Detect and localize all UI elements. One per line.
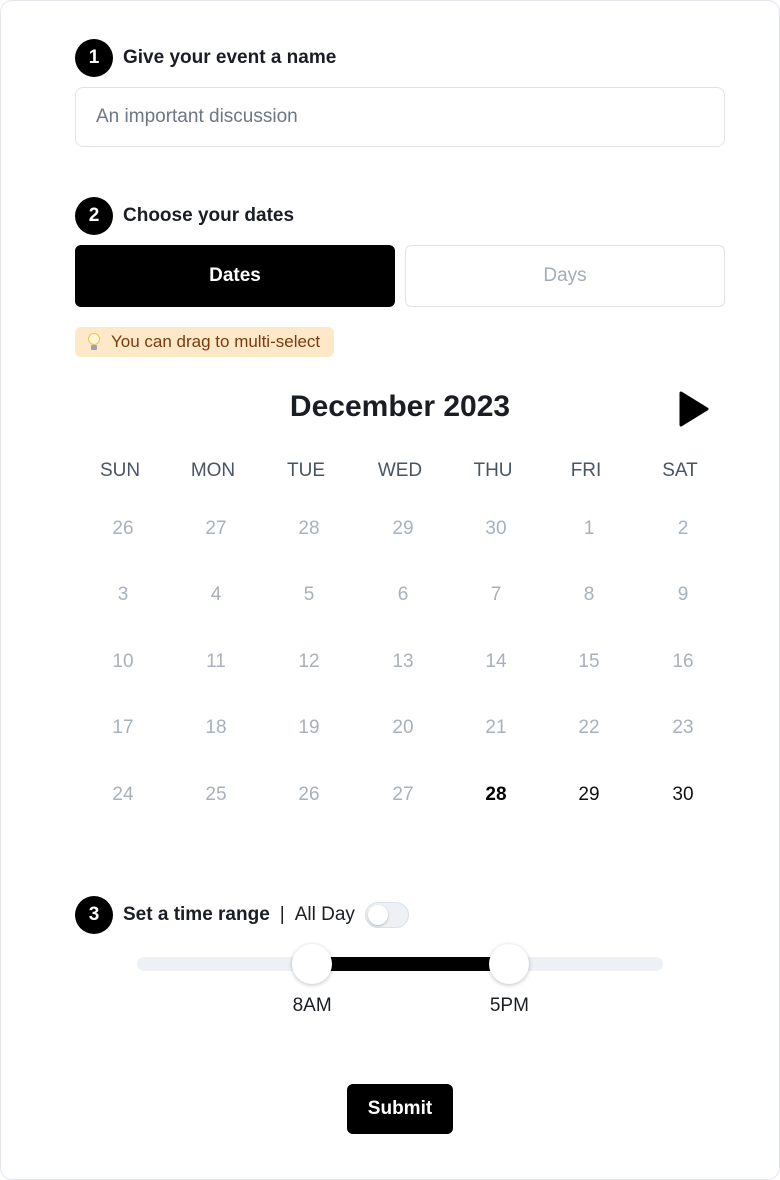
calendar-day[interactable]: 29 (542, 775, 636, 815)
all-day-toggle[interactable] (364, 902, 409, 928)
calendar-day: 7 (490, 584, 502, 605)
calendar-day: 14 (485, 651, 507, 672)
calendar-day: 3 (117, 584, 129, 605)
weekday-sun: SUN (99, 460, 141, 481)
title-separator: | (279, 904, 285, 925)
calendar-day: 27 (392, 784, 414, 805)
calendar-day: 4 (210, 584, 222, 605)
calendar-day: 20 (392, 717, 414, 738)
calendar-day: 21 (485, 717, 507, 738)
multi-select-hint: You can drag to multi-select (75, 327, 335, 357)
time-range-fill (312, 957, 510, 971)
calendar-day: 26 (112, 518, 134, 539)
calendar-day: 17 (112, 717, 134, 738)
start-time-handle[interactable] (292, 944, 333, 984)
calendar-day: 26 (298, 784, 320, 805)
calendar-day: 8 (583, 584, 595, 605)
calendar-day: 15 (578, 651, 600, 672)
calendar-day[interactable]: 30 (636, 775, 730, 815)
calendar-day: 27 (205, 518, 227, 539)
play-arrow-icon (679, 391, 709, 427)
step-3-title: Set a time range (123, 904, 270, 925)
calendar-day: 9 (677, 584, 689, 605)
calendar-day: 23 (672, 717, 694, 738)
calendar-day: 28 (298, 518, 320, 539)
calendar-day: 19 (298, 717, 320, 738)
calendar-month-title: December 2023 (289, 390, 511, 423)
calendar-day: 24 (112, 784, 134, 805)
step-3-header: 3 Set a time range | All Day (75, 896, 409, 934)
weekday-wed: WED (377, 460, 423, 481)
calendar-day: 5 (303, 584, 315, 605)
calendar-day[interactable]: 28 (449, 775, 543, 815)
calendar-day: 1 (583, 518, 595, 539)
step-2-badge: 2 (75, 197, 113, 235)
calendar-day: 22 (578, 717, 600, 738)
hint-text: You can drag to multi-select (111, 332, 321, 351)
calendar-day: 18 (205, 717, 227, 738)
step-1-badge: 1 (75, 39, 113, 77)
weekday-fri: FRI (570, 460, 602, 481)
calendar-day: 11 (206, 651, 226, 672)
weekday-mon: MON (190, 460, 236, 481)
calendar-day: 6 (397, 584, 409, 605)
weekday-thu: THU (473, 460, 513, 481)
calendar-day: 16 (672, 651, 694, 672)
toggle-knob (367, 905, 388, 925)
calendar-day: 25 (205, 784, 227, 805)
end-time-handle[interactable] (489, 944, 530, 984)
step-3-badge: 3 (75, 896, 113, 934)
dates-tab-button[interactable]: Dates (75, 245, 395, 307)
calendar-day: 29 (392, 518, 414, 539)
calendar-day: 13 (392, 651, 414, 672)
calendar-day: 10 (112, 651, 134, 672)
weekday-sat: SAT (662, 460, 698, 481)
step-1-header: 1 Give your event a name (75, 39, 336, 77)
end-time-label: 5PM (489, 995, 529, 1016)
lightbulb-icon (87, 333, 101, 351)
next-month-button[interactable] (677, 390, 711, 428)
calendar-day: 2 (677, 518, 689, 539)
weekday-tue: TUE (287, 460, 325, 481)
calendar-day: 30 (485, 518, 507, 539)
step-2-title: Choose your dates (123, 205, 295, 226)
step-2-header: 2 Choose your dates (75, 197, 294, 235)
submit-button[interactable]: Submit (347, 1084, 453, 1134)
create-event-card: 1 Give your event a name 2 Choose your d… (0, 0, 780, 1180)
start-time-label: 8AM (292, 995, 332, 1016)
step-1-title: Give your event a name (123, 47, 337, 68)
calendar-day: 12 (298, 651, 320, 672)
days-tab-button[interactable]: Days (405, 245, 725, 307)
all-day-label: All Day (294, 904, 355, 925)
event-name-input[interactable] (75, 87, 725, 147)
